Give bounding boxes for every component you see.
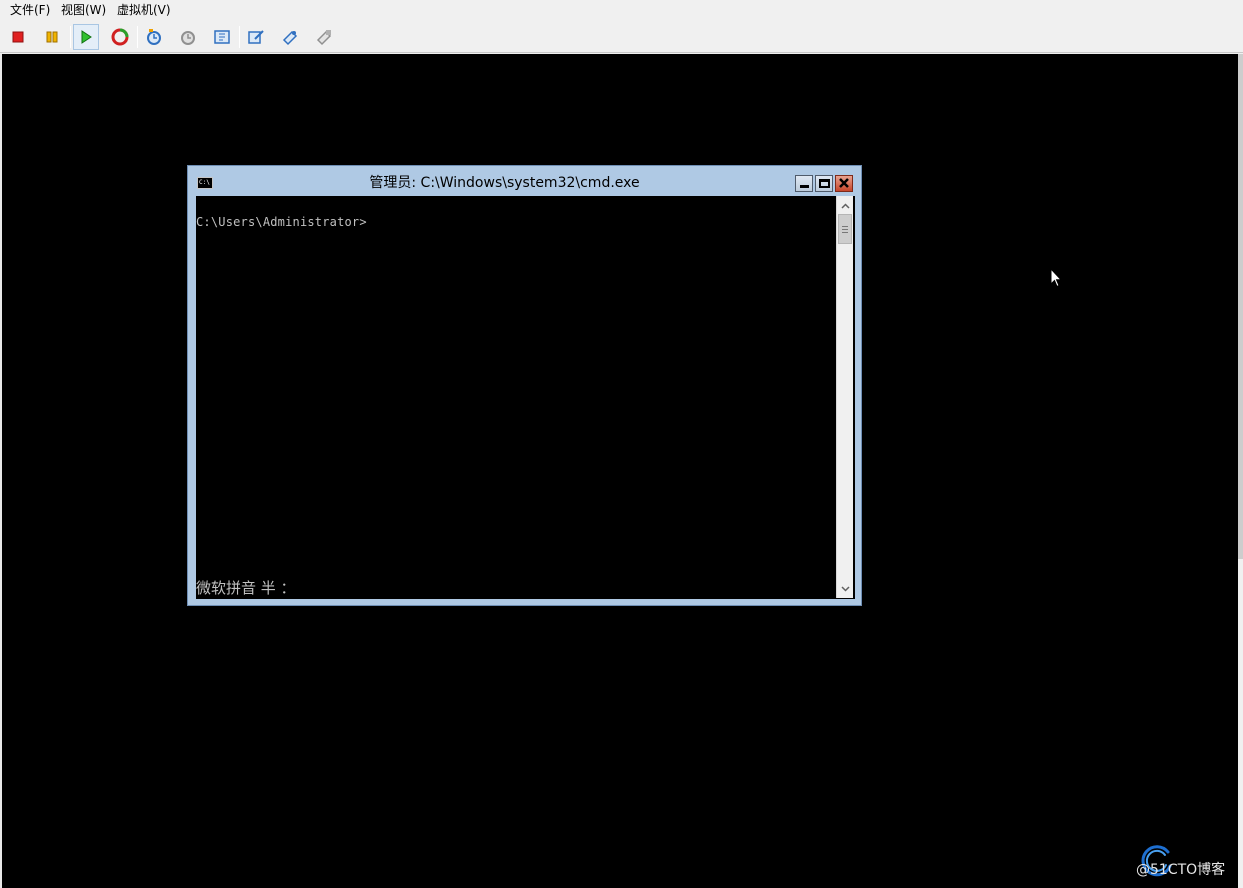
menu-bar: 文件(F) 视图(W) 虚拟机(V)	[0, 0, 1243, 21]
console-area[interactable]: C:\Users\Administrator> 微软拼音 半 ：	[196, 196, 855, 599]
share-button[interactable]	[277, 24, 303, 50]
checkpoint-icon	[147, 29, 161, 45]
menu-vm[interactable]: 虚拟机(V)	[117, 3, 171, 18]
vm-scrollbar-thumb[interactable]	[1238, 54, 1243, 559]
menu-file[interactable]: 文件(F)	[10, 3, 50, 18]
close-icon	[839, 178, 849, 188]
cmd-window-title: 管理员: C:\Windows\system32\cmd.exe	[369, 175, 640, 191]
watermark: @51CTO博客	[1130, 840, 1240, 882]
command-prompt: C:\Users\Administrator>	[196, 215, 367, 229]
minimize-icon	[800, 185, 809, 188]
revert-icon	[181, 31, 195, 45]
cmd-window[interactable]: C:\ 管理员: C:\Windows\system32\cmd.exe C:\…	[187, 165, 862, 606]
reset-icon	[111, 28, 129, 46]
menu-view[interactable]: 视图(W)	[61, 3, 106, 18]
scroll-up-button[interactable]	[837, 197, 853, 214]
scroll-down-button[interactable]	[837, 580, 853, 597]
toolbar	[0, 21, 1243, 53]
mouse-cursor-icon	[1050, 268, 1062, 288]
close-button[interactable]	[835, 175, 853, 192]
share-icon	[282, 30, 298, 46]
vm-scrollbar[interactable]	[1238, 54, 1243, 888]
settings-icon	[248, 30, 264, 44]
ctrl-alt-del-icon	[316, 30, 332, 46]
chevron-down-icon	[840, 585, 850, 592]
enhanced-session-icon	[214, 30, 230, 44]
maximize-icon	[819, 179, 830, 188]
minimize-button[interactable]	[795, 175, 813, 192]
console-scrollbar[interactable]	[836, 196, 853, 598]
console-scrollbar-thumb[interactable]	[838, 214, 852, 244]
watermark-text: @51CTO博客	[1136, 862, 1226, 878]
checkpoint-button[interactable]	[141, 24, 167, 50]
ctrl-alt-del-button[interactable]	[311, 24, 337, 50]
stop-icon	[12, 31, 24, 43]
settings-button[interactable]	[243, 24, 269, 50]
chevron-up-icon	[840, 202, 850, 209]
ime-status: 微软拼音 半 ：	[196, 579, 296, 597]
revert-button[interactable]	[175, 24, 201, 50]
stop-button[interactable]	[5, 24, 31, 50]
start-icon	[81, 30, 92, 44]
cmd-title-bar[interactable]: C:\ 管理员: C:\Windows\system32\cmd.exe	[188, 166, 861, 196]
pause-icon	[46, 31, 58, 43]
maximize-button[interactable]	[815, 175, 833, 192]
pause-button[interactable]	[39, 24, 65, 50]
enhanced-session-button[interactable]	[209, 24, 235, 50]
start-button[interactable]	[73, 24, 99, 50]
reset-button[interactable]	[107, 24, 133, 50]
